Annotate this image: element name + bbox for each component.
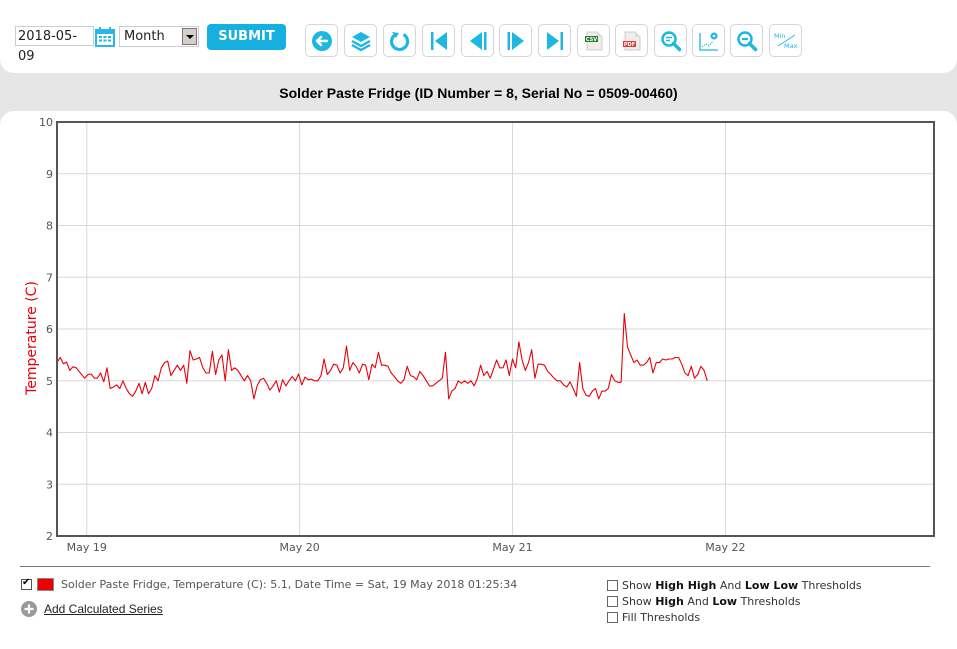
y-tick-label: 5 <box>46 375 53 388</box>
threshold-label-part: Low <box>712 594 738 608</box>
legend-divider <box>20 566 930 567</box>
plus-circle-icon <box>21 601 37 617</box>
threshold-checkbox[interactable] <box>607 611 618 623</box>
y-tick-label: 4 <box>46 427 53 440</box>
add-calculated-series[interactable]: Add Calculated Series <box>21 601 163 617</box>
threshold-option-high-low[interactable]: Show High And Low Thresholds <box>607 593 862 609</box>
threshold-label-part: Low Low <box>744 578 799 592</box>
y-tick-label: 9 <box>46 168 53 181</box>
y-tick-label: 7 <box>46 271 53 284</box>
x-axis-ticks: May 19 May 20 May 21 May 22 <box>67 541 746 554</box>
series-visibility-checkbox[interactable] <box>21 577 32 590</box>
threshold-label-part: And <box>683 594 713 608</box>
add-calculated-series-link[interactable]: Add Calculated Series <box>44 602 163 616</box>
threshold-label-part: Fill Thresholds <box>622 610 701 624</box>
y-axis-ticks: 2 3 4 5 6 7 8 9 10 <box>39 116 53 543</box>
y-tick-label: 10 <box>39 116 53 129</box>
legend-series-label: Solder Paste Fridge, Temperature (C): 5.… <box>61 578 518 591</box>
y-tick-label: 6 <box>46 323 53 336</box>
x-tick-label: May 19 <box>67 541 107 554</box>
series-line-temperature <box>56 312 708 400</box>
threshold-label-part: Thresholds <box>798 578 862 592</box>
threshold-option-high-high-low-low[interactable]: Show High High And Low Low Thresholds <box>607 577 862 593</box>
x-tick-label: May 21 <box>492 541 532 554</box>
legend-item[interactable]: Solder Paste Fridge, Temperature (C): 5.… <box>21 577 518 591</box>
threshold-label-part: Show <box>622 594 656 608</box>
threshold-label-part: And <box>716 578 745 592</box>
y-tick-label: 8 <box>46 220 53 233</box>
y-tick-label: 3 <box>46 478 53 491</box>
threshold-options: Show High High And Low Low Thresholds Sh… <box>607 577 862 625</box>
threshold-checkbox[interactable] <box>607 579 618 591</box>
series-color-swatch[interactable] <box>37 578 54 591</box>
threshold-label-part: Thresholds <box>737 594 801 608</box>
threshold-label-part: High <box>655 594 684 608</box>
threshold-label-part: Show <box>622 578 656 592</box>
y-axis-label: Temperature (C) <box>24 281 40 396</box>
threshold-option-fill[interactable]: Fill Thresholds <box>607 609 862 625</box>
temperature-chart[interactable]: 2 3 4 5 6 7 8 9 10 May 19 May 20 May 21 May 22 Temp… <box>0 0 957 649</box>
x-tick-label: May 22 <box>705 541 745 554</box>
chart-grid <box>57 121 934 537</box>
threshold-label-part: High High <box>655 578 717 592</box>
y-tick-label: 2 <box>46 530 53 543</box>
threshold-checkbox[interactable] <box>607 595 618 607</box>
x-tick-label: May 20 <box>280 541 320 554</box>
